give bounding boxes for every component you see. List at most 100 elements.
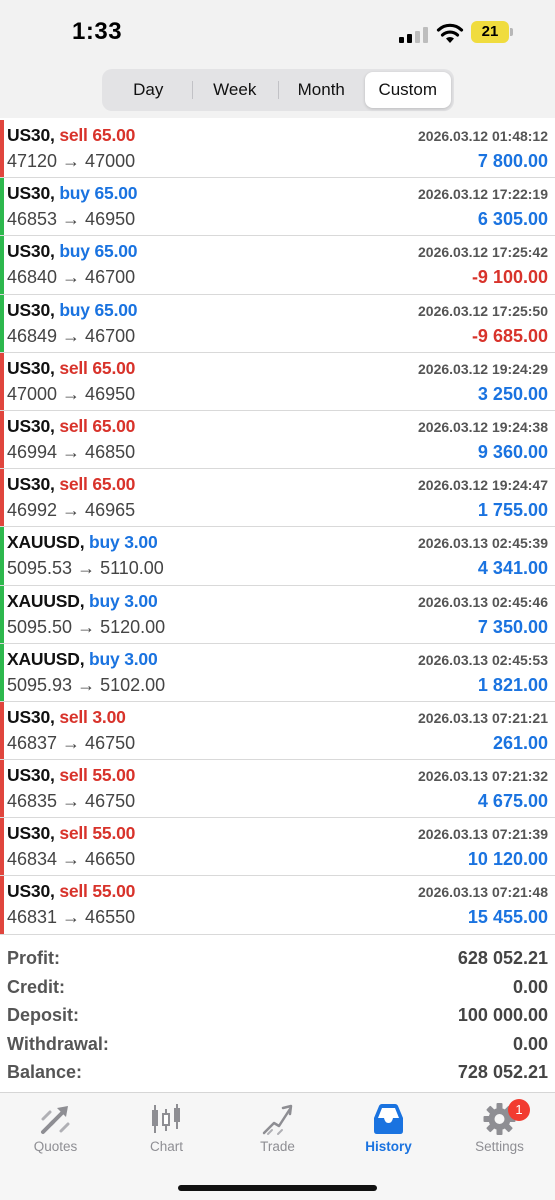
deal-row[interactable]: XAUUSD, buy 3.00 5095.53 → 5110.00 2026.03…: [0, 527, 555, 586]
summary-label: Profit:: [7, 948, 60, 968]
deal-profit: 261.00: [492, 732, 548, 753]
deal-prices: 47000 → 46950: [7, 383, 136, 404]
deal-time: 2026.03.13 07:21:32: [418, 768, 548, 785]
deal-row[interactable]: US30, buy 65.00 46853 → 46950 2026.03.12 1…: [0, 178, 555, 237]
deal-side-indicator: [0, 178, 4, 236]
period-segmented-control: Day Week Month Custom: [102, 69, 454, 111]
deal-volume: 55.00: [92, 765, 136, 786]
deal-profit: 7 350.00: [477, 616, 548, 637]
deal-prices: 46831 → 46550: [7, 907, 136, 928]
tab-day[interactable]: Day: [105, 72, 192, 108]
summary-row-credit: Credit: 0.00: [0, 975, 555, 1004]
deal-symbol: US30,: [7, 823, 55, 844]
deal-profit: 1 821.00: [477, 674, 548, 695]
deal-prices: 46840 → 46700: [7, 267, 136, 288]
deal-title: US30, buy 65.00: [7, 241, 137, 262]
wifi-icon: [436, 22, 464, 44]
deal-time: 2026.03.13 07:21:39: [418, 826, 548, 843]
deal-symbol: XAUUSD,: [7, 590, 85, 611]
tab-week[interactable]: Week: [191, 72, 279, 108]
deal-side: sell: [59, 765, 88, 786]
deal-row[interactable]: US30, buy 65.00 46849 → 46700 2026.03.12 1…: [0, 294, 555, 353]
tab-settings[interactable]: Settings 1: [444, 1093, 555, 1163]
deal-title: US30, sell 55.00: [7, 823, 135, 844]
deals-list: US30, sell 65.00 47120 → 47000 2026.03.12 …: [0, 120, 555, 935]
tab-chart[interactable]: Chart: [111, 1093, 222, 1163]
deal-symbol: XAUUSD,: [7, 532, 85, 553]
trade-icon: [259, 1101, 296, 1137]
deal-symbol: US30,: [7, 765, 55, 786]
deal-row[interactable]: US30, sell 65.00 46992 → 46965 2026.03.12 …: [0, 469, 555, 528]
deal-time: 2026.03.13 02:45:46: [418, 593, 548, 610]
deal-symbol: US30,: [7, 474, 55, 495]
deal-time: 2026.03.12 19:24:29: [418, 360, 548, 377]
deal-title: US30, sell 65.00: [7, 474, 135, 495]
deal-row[interactable]: US30, sell 65.00 46994 → 46850 2026.03.12 …: [0, 410, 555, 470]
tab-label: History: [365, 1139, 412, 1154]
deal-row[interactable]: US30, sell 3.00 46837 → 46750 2026.03.13 0…: [0, 701, 555, 761]
summary-label: Deposit:: [7, 1005, 79, 1026]
tab-quotes[interactable]: Quotes: [0, 1093, 111, 1163]
deal-symbol: US30,: [7, 881, 55, 902]
tab-month[interactable]: Month: [278, 72, 365, 108]
deal-prices: 5095.93 → 5102.00: [7, 674, 166, 695]
battery-icon: 21: [471, 21, 513, 43]
deal-time: 2026.03.12 17:22:19: [418, 186, 548, 203]
deal-symbol: US30,: [7, 357, 55, 378]
deal-profit: 7 800.00: [477, 151, 548, 171]
deal-volume: 65.00: [94, 183, 138, 204]
deal-symbol: US30,: [7, 183, 55, 204]
deal-profit: 4 341.00: [477, 558, 548, 579]
deal-profit: 1 755.00: [477, 500, 548, 521]
deal-profit: -9 100.00: [471, 267, 548, 288]
deal-time: 2026.03.13 07:21:48: [418, 884, 548, 901]
deal-row[interactable]: US30, sell 65.00 47120 → 47000 2026.03.12 …: [0, 120, 555, 179]
summary-row-profit: Profit: 628 052.21: [0, 946, 555, 975]
deal-prices: 46849 → 46700: [7, 325, 136, 346]
summary-row-deposit: Deposit: 100 000.00: [0, 1003, 555, 1032]
deal-title: US30, sell 55.00: [7, 881, 135, 902]
deal-side: buy: [89, 590, 120, 611]
account-summary: Profit: 628 052.21 Credit: 0.00 Deposit: 100 …: [0, 946, 555, 1089]
deal-prices: 5095.50 → 5120.00: [7, 616, 166, 637]
deal-volume: 3.00: [92, 706, 126, 727]
deal-profit: 3 250.00: [477, 383, 548, 404]
deal-time: 2026.03.12 17:25:50: [418, 302, 548, 319]
summary-value: 728 052.21: [457, 1062, 548, 1083]
deal-row[interactable]: US30, sell 55.00 46835 → 46750 2026.03.13 …: [0, 760, 555, 819]
tab-history[interactable]: History: [333, 1093, 444, 1163]
deal-profit: 6 305.00: [477, 209, 548, 230]
deal-prices: 46994 → 46850: [7, 441, 136, 462]
deal-side-indicator: [0, 585, 4, 643]
deal-row[interactable]: XAUUSD, buy 3.00 5095.93 → 5102.00 2026.03…: [0, 643, 555, 702]
deal-symbol: US30,: [7, 125, 55, 145]
deal-profit: 9 360.00: [477, 441, 548, 462]
deal-symbol: US30,: [7, 241, 55, 262]
deal-row[interactable]: US30, sell 65.00 47000 → 46950 2026.03.12 …: [0, 352, 555, 411]
history-icon: [370, 1101, 407, 1137]
summary-label: Balance:: [7, 1062, 83, 1083]
deal-row[interactable]: US30, sell 55.00 46834 → 46650 2026.03.13 …: [0, 818, 555, 877]
deal-volume: 55.00: [92, 881, 136, 902]
deal-row[interactable]: XAUUSD, buy 3.00 5095.50 → 5120.00 2026.03…: [0, 585, 555, 644]
tab-custom[interactable]: Custom: [364, 72, 451, 108]
deal-row[interactable]: US30, sell 55.00 46831 → 46550 2026.03.13 …: [0, 876, 555, 935]
deal-side: sell: [59, 415, 88, 436]
deal-row[interactable]: US30, buy 65.00 46840 → 46700 2026.03.12 1…: [0, 236, 555, 295]
tab-trade[interactable]: Trade: [222, 1093, 333, 1163]
cellular-signal-icon: [399, 27, 429, 43]
summary-value: 100 000.00: [457, 1005, 548, 1026]
deal-volume: 65.00: [94, 241, 138, 262]
chart-icon: [148, 1101, 185, 1137]
deal-profit: 15 455.00: [467, 907, 548, 928]
deal-prices: 46834 → 46650: [7, 849, 136, 870]
deal-title: US30, sell 55.00: [7, 765, 135, 786]
deal-time: 2026.03.13 02:45:39: [418, 535, 548, 552]
deal-title: US30, buy 65.00: [7, 300, 137, 321]
deal-side-indicator: [0, 469, 4, 527]
deal-prices: 46835 → 46750: [7, 791, 136, 812]
deal-side: sell: [59, 125, 88, 145]
deal-side-indicator: [0, 527, 4, 585]
status-time: 1:33: [72, 18, 123, 45]
deal-side-indicator: [0, 352, 4, 410]
